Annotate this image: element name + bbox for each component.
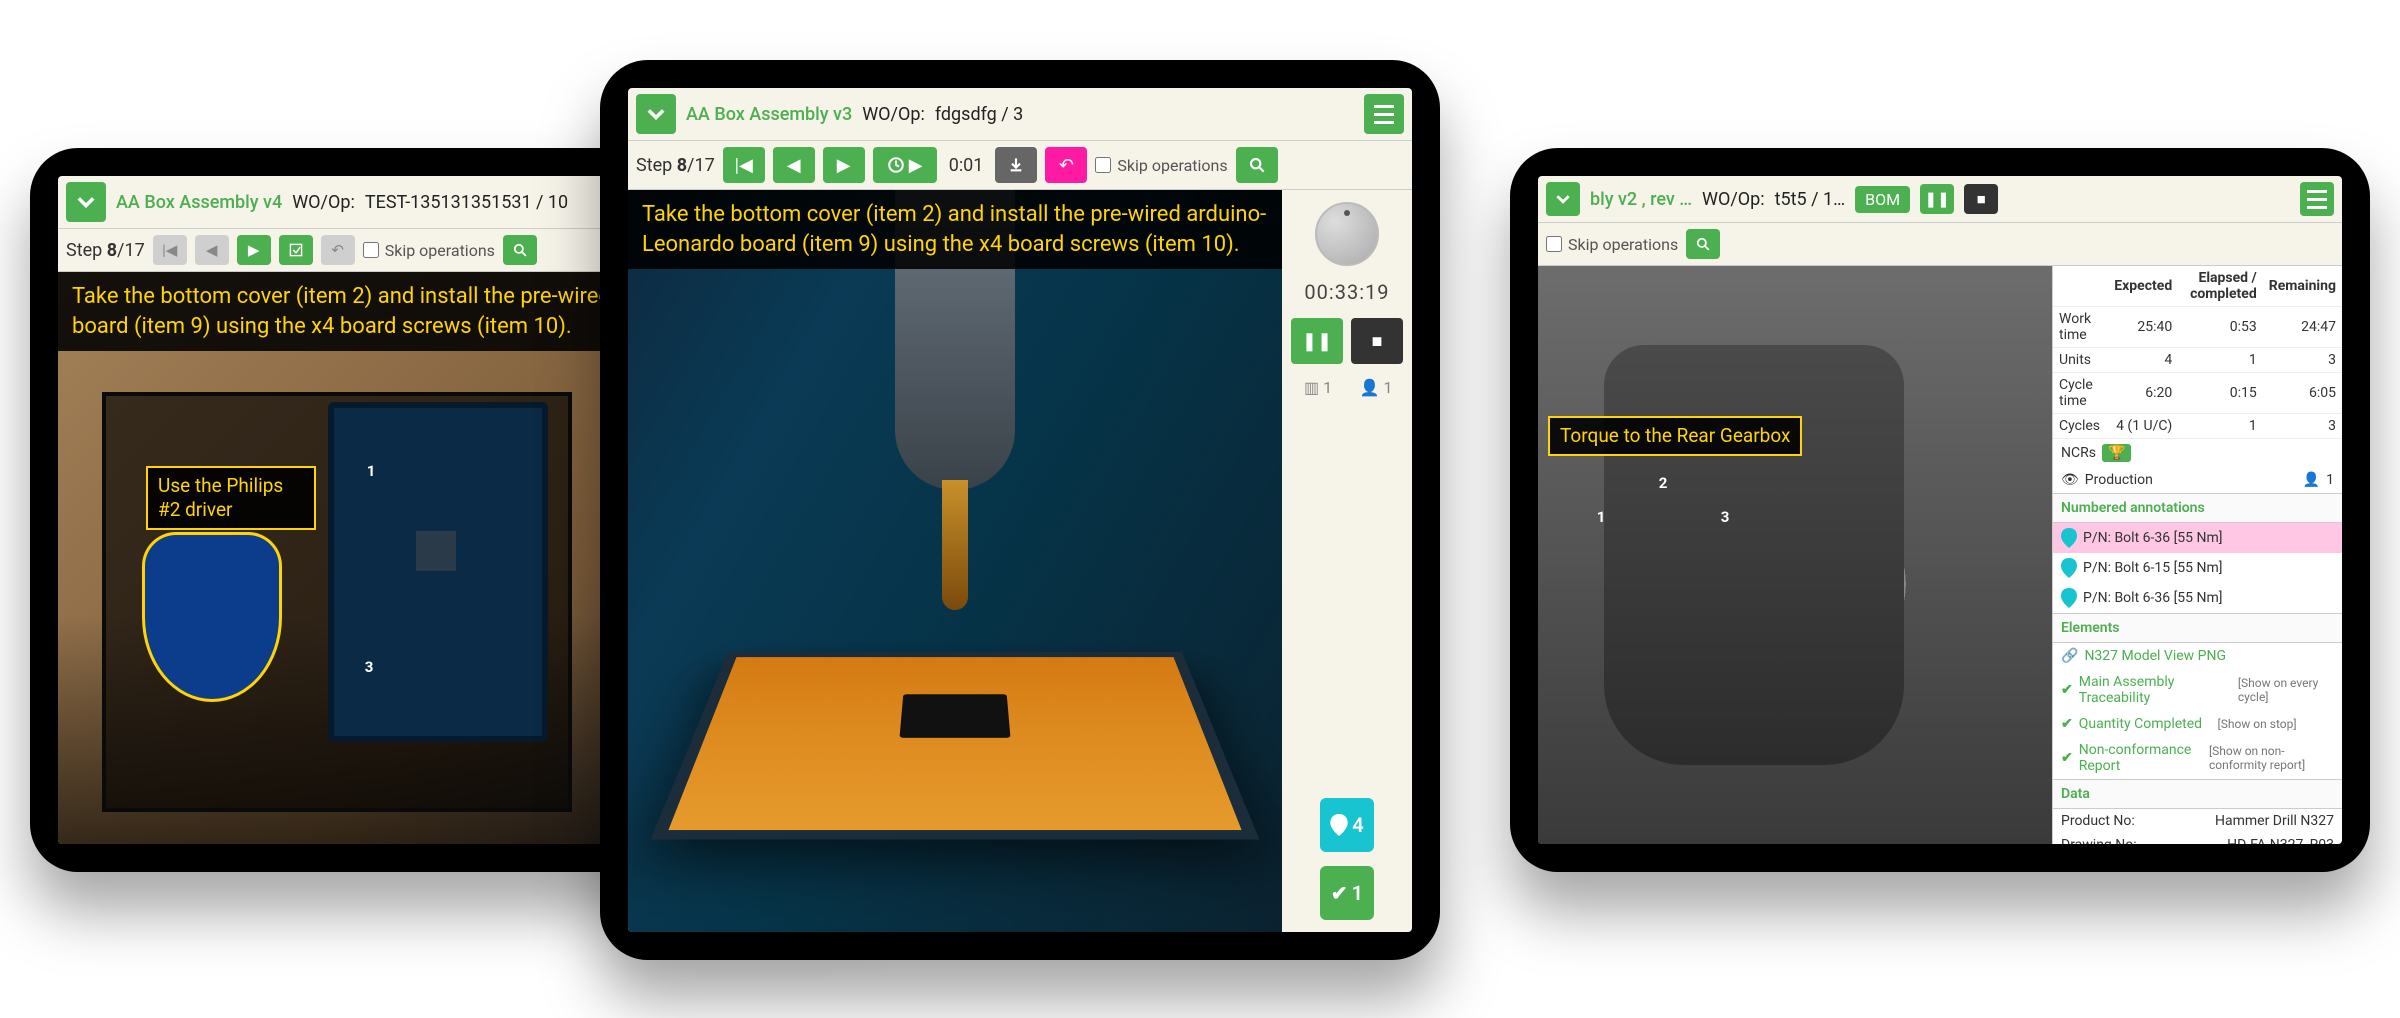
assembly-title[interactable]: AA Box Assembly v3: [686, 104, 852, 125]
element-item[interactable]: 🔗N327 Model View PNG: [2053, 643, 2342, 669]
zoom-button[interactable]: [503, 235, 537, 265]
barrier-icon: ▥: [1304, 378, 1319, 397]
elapsed-time: 00:33:19: [1304, 280, 1389, 304]
table-row: Cycles4 (1 U/C)13: [2053, 414, 2342, 439]
annotation-pin-2[interactable]: 2: [1648, 470, 1678, 508]
step-prev-button[interactable]: ◀: [773, 147, 815, 183]
right-panel: Expected Elapsed / completed Remaining W…: [2052, 266, 2342, 844]
bom-button[interactable]: BOM: [1855, 186, 1910, 213]
expand-button[interactable]: [1546, 182, 1580, 216]
hint-box: Torque to the Rear Gearbox: [1548, 416, 1802, 456]
undo-button: ↶: [321, 235, 355, 265]
step-image: Take the bottom cover (item 2) and insta…: [628, 190, 1282, 932]
production-row[interactable]: 👁 Production 👤 1: [2053, 467, 2342, 493]
table-row: Units413: [2053, 348, 2342, 373]
check-icon: ✔: [2061, 750, 2073, 766]
metrics-table: Expected Elapsed / completed Remaining W…: [2053, 266, 2342, 439]
assembly-title[interactable]: AA Box Assembly v4: [116, 192, 282, 213]
element-item[interactable]: ✔Quantity Completed [Show on stop]: [2053, 711, 2342, 737]
skip-operations-checkbox[interactable]: Skip operations: [363, 241, 495, 260]
annotation-item[interactable]: P/N: Bolt 6-36 [55 Nm]: [2053, 523, 2342, 553]
step-indicator: Step 8/17: [66, 240, 145, 261]
tablet-right: bly v2 , rev … WO/Op: t5t5 / 1… BOM ❚❚ ■…: [1510, 148, 2370, 872]
wo-label: WO/Op:: [1702, 189, 1765, 210]
person-icon: 👤: [1360, 378, 1380, 397]
step-next-button[interactable]: ▶: [823, 147, 865, 183]
timer-restart-button[interactable]: ▶: [873, 147, 937, 183]
table-row: Work time25:400:5324:47: [2053, 307, 2342, 348]
person-icon: 👤: [2303, 472, 2320, 488]
undo-button[interactable]: ↶: [1045, 147, 1087, 183]
speed-knob[interactable]: [1315, 202, 1379, 266]
annotation-pin-3[interactable]: 3: [1710, 504, 1740, 542]
side-panel: 00:33:19 ❚❚ ■ ▥1 👤1 4 ✔ 1: [1282, 190, 1412, 932]
trophy-icon: 🏆: [2102, 444, 2131, 462]
check-icon: ✔: [2061, 716, 2073, 732]
eye-icon: 👁: [2061, 472, 2079, 488]
operator-stats: ▥1 👤1: [1292, 378, 1402, 397]
annotation-pin-3[interactable]: 3: [354, 654, 384, 692]
download-button[interactable]: [995, 147, 1037, 183]
instruction-banner: Take the bottom cover (item 2) and insta…: [628, 190, 1282, 269]
table-row: Cycle time6:200:156:05: [2053, 373, 2342, 414]
green-badge-tile[interactable]: ✔ 1: [1320, 866, 1374, 920]
zoom-button[interactable]: [1236, 147, 1278, 183]
step-first-button: |◀: [153, 235, 187, 265]
stepbar: Step 8/17 |◀ ◀ ▶ ▶ 0:01 ↶ Skip operation…: [628, 141, 1412, 190]
element-item[interactable]: ✔Non-conformance Report [Show on non-con…: [2053, 737, 2342, 779]
stepbar: Skip operations: [1538, 223, 2342, 266]
store-button[interactable]: [279, 235, 313, 265]
check-icon: ✔: [1331, 881, 1348, 905]
mini-timer: 0:01: [945, 155, 988, 176]
skip-operations-checkbox[interactable]: Skip operations: [1095, 156, 1227, 175]
assembly-title[interactable]: bly v2 , rev …: [1590, 189, 1692, 210]
annotation-pin-1[interactable]: 1: [356, 458, 386, 496]
pause-button[interactable]: ❚❚: [1920, 184, 1954, 214]
annotation-item[interactable]: P/N: Bolt 6-36 [55 Nm]: [2053, 583, 2342, 613]
expand-button[interactable]: [66, 182, 106, 222]
annotation-item[interactable]: P/N: Bolt 6-15 [55 Nm]: [2053, 553, 2342, 583]
wo-label: WO/Op:: [862, 104, 925, 125]
menu-button[interactable]: [1364, 94, 1404, 134]
tablet-center: AA Box Assembly v3 WO/Op: fdgsdfg / 3 St…: [600, 60, 1440, 960]
topbar: bly v2 , rev … WO/Op: t5t5 / 1… BOM ❚❚ ■: [1538, 176, 2342, 223]
link-icon: 🔗: [2061, 648, 2078, 664]
expand-button[interactable]: [636, 94, 676, 134]
wo-value: TEST-135131351531 / 10: [365, 192, 568, 213]
annotations-section-title: Numbered annotations: [2053, 493, 2342, 523]
annotation-pin-1[interactable]: 1: [1586, 504, 1616, 542]
step-indicator: Step 8/17: [636, 155, 715, 176]
ncrs-row[interactable]: NCRs 🏆: [2053, 439, 2342, 467]
wo-label: WO/Op:: [292, 192, 355, 213]
step-prev-button: ◀: [195, 235, 229, 265]
skip-operations-checkbox[interactable]: Skip operations: [1546, 235, 1678, 254]
data-section-title: Data: [2053, 779, 2342, 809]
stop-button[interactable]: ■: [1351, 318, 1403, 364]
menu-button[interactable]: [2300, 182, 2334, 216]
step-first-button[interactable]: |◀: [723, 147, 765, 183]
hint-box: Use the Philips #2 driver: [146, 466, 316, 530]
data-kv-row: Product No:Hammer Drill N327: [2053, 809, 2342, 833]
cyan-badge-tile[interactable]: 4: [1320, 798, 1374, 852]
element-item[interactable]: ✔Main Assembly Traceability [Show on eve…: [2053, 669, 2342, 711]
wo-value: t5t5 / 1…: [1775, 189, 1846, 210]
elements-section-title: Elements: [2053, 613, 2342, 643]
data-kv-row: Drawing No:HD-FA-N327_R03: [2053, 833, 2342, 844]
step-image: Torque to the Rear Gearbox 1 2 3: [1538, 266, 2052, 844]
pause-button[interactable]: ❚❚: [1291, 318, 1343, 364]
step-next-button[interactable]: ▶: [237, 235, 271, 265]
zoom-button[interactable]: [1686, 229, 1720, 259]
topbar: AA Box Assembly v3 WO/Op: fdgsdfg / 3: [628, 88, 1412, 141]
wo-value: fdgsdfg / 3: [935, 104, 1023, 125]
stop-button[interactable]: ■: [1964, 184, 1998, 214]
check-icon: ✔: [2061, 682, 2073, 698]
